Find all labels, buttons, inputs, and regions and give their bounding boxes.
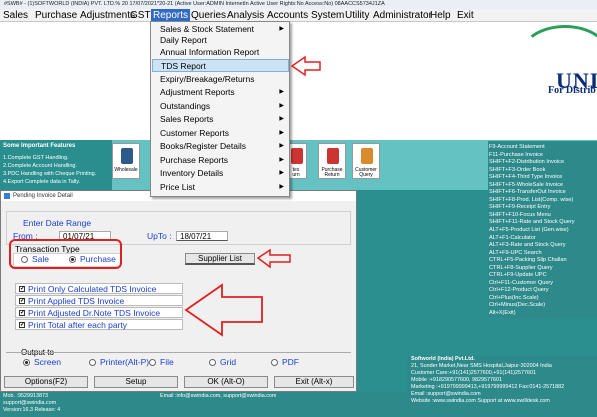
annotation-arrows (184, 55, 321, 337)
supplier-list-arrow (256, 248, 291, 269)
options-arrow (184, 283, 263, 337)
tds-report-arrow (290, 55, 321, 77)
